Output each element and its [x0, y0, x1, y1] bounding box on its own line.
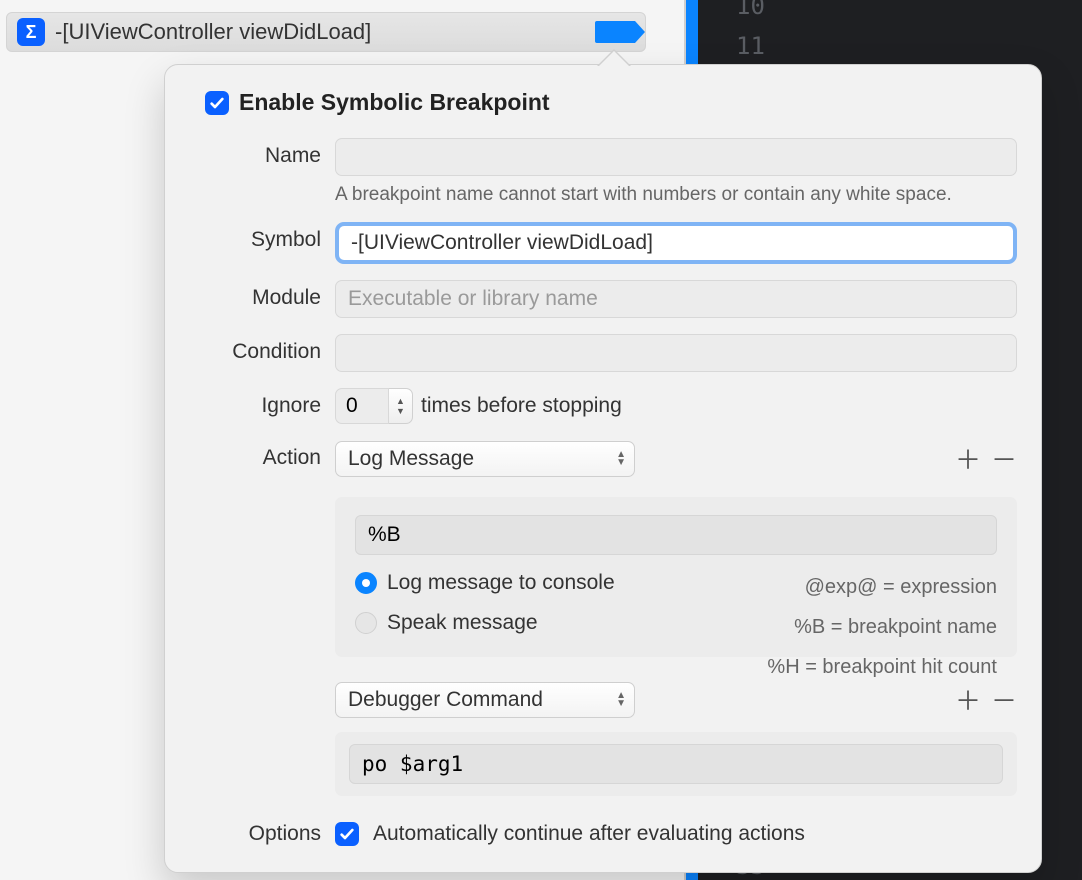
- log-message-input[interactable]: [355, 515, 997, 555]
- log-legend: @exp@ = expression %B = breakpoint name …: [767, 567, 997, 687]
- symbol-label: Symbol: [189, 222, 321, 252]
- action-type-select-log[interactable]: Log Message ▲▼: [335, 441, 635, 477]
- breakpoint-enabled-tag-icon[interactable]: [595, 21, 635, 43]
- chevron-updown-icon: ▲▼: [616, 451, 626, 467]
- legend-h: %H = breakpoint hit count: [767, 647, 997, 687]
- speak-message-label: Speak message: [387, 611, 538, 635]
- log-action-body: Log message to console Speak message @ex…: [335, 497, 1017, 657]
- symbol-input[interactable]: [335, 222, 1017, 264]
- log-to-console-radio[interactable]: [355, 572, 377, 594]
- name-hint: A breakpoint name cannot start with numb…: [335, 184, 1017, 206]
- enable-breakpoint-checkbox[interactable]: [205, 91, 229, 115]
- action-type-selected: Debugger Command: [348, 688, 543, 712]
- line-number: 11: [736, 32, 1082, 60]
- action-type-select-debugger[interactable]: Debugger Command ▲▼: [335, 682, 635, 718]
- action-label: Action: [189, 440, 321, 470]
- action-type-selected: Log Message: [348, 447, 474, 471]
- debugger-action-body: [335, 732, 1017, 796]
- ignore-stepper[interactable]: ▲▼: [335, 388, 413, 424]
- ignore-count-input[interactable]: [335, 388, 389, 424]
- add-action-button[interactable]: ＋: [955, 440, 981, 477]
- module-input[interactable]: [335, 280, 1017, 318]
- ignore-suffix: times before stopping: [421, 394, 622, 418]
- sigma-icon: Σ: [17, 18, 45, 46]
- name-input[interactable]: [335, 138, 1017, 176]
- legend-exp: @exp@ = expression: [767, 567, 997, 607]
- breakpoint-symbol-label: -[UIViewController viewDidLoad]: [55, 19, 585, 45]
- remove-action-button[interactable]: －: [991, 440, 1017, 477]
- auto-continue-checkbox[interactable]: [335, 822, 359, 846]
- log-to-console-label: Log message to console: [387, 571, 615, 595]
- options-label: Options: [189, 822, 321, 846]
- name-label: Name: [189, 138, 321, 168]
- speak-message-radio[interactable]: [355, 612, 377, 634]
- condition-input[interactable]: [335, 334, 1017, 372]
- breakpoint-editor-popover: Enable Symbolic Breakpoint Name A breakp…: [164, 64, 1042, 873]
- auto-continue-label: Automatically continue after evaluating …: [373, 822, 805, 846]
- line-number: 10: [736, 0, 1082, 20]
- legend-b: %B = breakpoint name: [767, 607, 997, 647]
- ignore-label: Ignore: [189, 388, 321, 418]
- stepper-arrows-icon[interactable]: ▲▼: [389, 388, 413, 424]
- module-label: Module: [189, 280, 321, 310]
- chevron-updown-icon: ▲▼: [616, 692, 626, 708]
- debugger-command-input[interactable]: [349, 744, 1003, 784]
- condition-label: Condition: [189, 334, 321, 364]
- breakpoint-list-item[interactable]: Σ -[UIViewController viewDidLoad]: [6, 12, 646, 52]
- enable-breakpoint-label: Enable Symbolic Breakpoint: [239, 89, 550, 116]
